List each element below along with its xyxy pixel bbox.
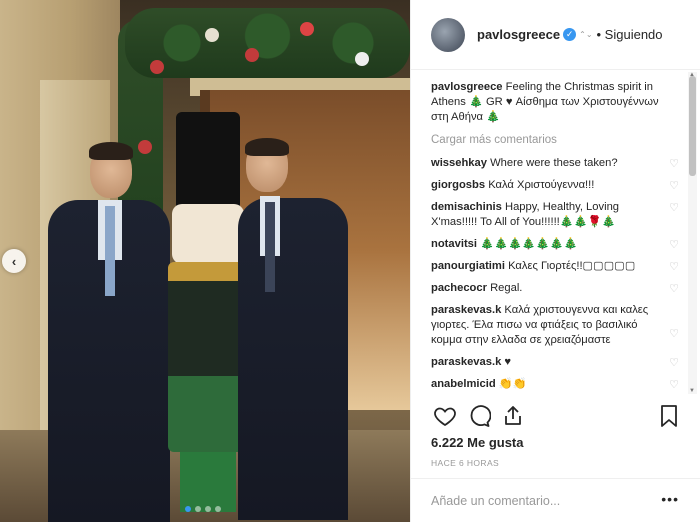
comment-heart-icon[interactable]: ♡ bbox=[669, 157, 679, 172]
comment-text: Regal. bbox=[490, 282, 523, 294]
comment-text: 🎄🎄🎄🎄🎄🎄🎄 bbox=[480, 238, 578, 250]
carousel-dot bbox=[185, 506, 191, 512]
comment-username[interactable]: panourgiatimi bbox=[431, 260, 505, 272]
post-panel: pavlosgreece ✓ ⌃⌄ • Siguiendo pavlosgree… bbox=[410, 0, 700, 522]
scrollbar-thumb[interactable] bbox=[689, 76, 696, 176]
comment-row: demisachinis Happy, Healthy, Loving X'ma… bbox=[431, 200, 679, 230]
ornament bbox=[150, 60, 164, 74]
comment-row: panourgiatimi Καλες Γιορτές!!▢▢▢▢▢ ♡ bbox=[431, 259, 679, 274]
follow-status-button[interactable]: • Siguiendo bbox=[597, 27, 663, 42]
comment-heart-icon[interactable]: ♡ bbox=[669, 201, 679, 216]
comment-icon[interactable] bbox=[465, 402, 493, 430]
more-options-icon[interactable]: ••• bbox=[661, 491, 679, 507]
carousel-dot bbox=[205, 506, 211, 512]
heart-icon[interactable] bbox=[431, 402, 459, 430]
comment-heart-icon[interactable]: ♡ bbox=[669, 282, 679, 297]
comment-heart-icon[interactable]: ♡ bbox=[669, 356, 679, 371]
person-left bbox=[48, 140, 170, 522]
ornament bbox=[355, 52, 369, 66]
comment-username[interactable]: wissehkay bbox=[431, 157, 487, 169]
add-comment-bar: Añade un comentario... ••• bbox=[411, 478, 700, 522]
comment-heart-icon[interactable]: ♡ bbox=[669, 327, 679, 342]
comment-text: Καλες Γιορτές!!▢▢▢▢▢ bbox=[508, 260, 636, 272]
post-header: pavlosgreece ✓ ⌃⌄ • Siguiendo bbox=[411, 0, 700, 70]
comment-username[interactable]: pachecocr bbox=[431, 282, 487, 294]
comment-heart-icon[interactable]: ♡ bbox=[669, 238, 679, 253]
post-photo[interactable]: ‹ bbox=[0, 0, 410, 522]
post-actions bbox=[431, 402, 681, 430]
comment-row: pachecocr Regal. ♡ bbox=[431, 281, 679, 296]
carousel-prev-button[interactable]: ‹ bbox=[2, 249, 26, 273]
verified-badge-icon: ✓ bbox=[563, 28, 577, 41]
comment-username[interactable]: notavitsi bbox=[431, 238, 477, 250]
comment-heart-icon[interactable]: ♡ bbox=[669, 378, 679, 393]
comment-text: ♥ bbox=[504, 356, 512, 368]
comment-heart-icon[interactable]: ♡ bbox=[669, 260, 679, 275]
comment-row: paraskevas.k ♥ ♡ bbox=[431, 355, 679, 370]
post-timestamp: HACE 6 HORAS bbox=[431, 458, 500, 468]
caption-username[interactable]: pavlosgreece bbox=[431, 81, 503, 93]
comment-row: anabelmicid 👏👏 ♡ bbox=[431, 377, 679, 392]
comment-username[interactable]: anabelmicid bbox=[431, 378, 496, 390]
load-more-comments-link[interactable]: Cargar más comentarios bbox=[431, 133, 679, 148]
bookmark-icon[interactable] bbox=[655, 402, 683, 430]
carousel-indicator bbox=[185, 506, 221, 512]
comment-row: paraskevas.k Καλά χριστουγεννα και καλες… bbox=[431, 303, 679, 348]
add-comment-input[interactable]: Añade un comentario... bbox=[431, 494, 560, 508]
ornament bbox=[205, 28, 219, 42]
carousel-dot bbox=[215, 506, 221, 512]
comment-row: notavitsi 🎄🎄🎄🎄🎄🎄🎄 ♡ bbox=[431, 237, 679, 252]
comments-list: pavlosgreece Feeling the Christmas spiri… bbox=[431, 80, 679, 394]
carousel-dot bbox=[195, 506, 201, 512]
comment-username[interactable]: paraskevas.k bbox=[431, 356, 501, 368]
photo-garland bbox=[125, 8, 410, 78]
avatar[interactable] bbox=[431, 17, 465, 52]
comment-row: wissehkay Where were these taken? ♡ bbox=[431, 156, 679, 171]
comment-text: 👏👏 bbox=[498, 378, 527, 390]
comment-row: giorgosbs Καλά Χριστούγεννα!!! ♡ bbox=[431, 178, 679, 193]
post-caption: pavlosgreece Feeling the Christmas spiri… bbox=[431, 80, 679, 125]
comment-username[interactable]: demisachinis bbox=[431, 201, 502, 213]
header-username[interactable]: pavlosgreece bbox=[477, 27, 560, 42]
person-right bbox=[238, 138, 348, 522]
chevron-down-icon[interactable]: ⌃⌄ bbox=[579, 30, 592, 39]
comments-scrollbar[interactable]: ▲ ▼ bbox=[688, 72, 697, 394]
ornament bbox=[300, 22, 314, 36]
comment-heart-icon[interactable]: ♡ bbox=[669, 179, 679, 194]
share-icon[interactable] bbox=[499, 402, 527, 430]
likes-count[interactable]: 6.222 Me gusta bbox=[431, 435, 524, 450]
comment-username[interactable]: paraskevas.k bbox=[431, 304, 501, 316]
comment-username[interactable]: giorgosbs bbox=[431, 179, 485, 191]
scroll-down-icon[interactable]: ▼ bbox=[689, 388, 695, 394]
comment-text: Καλά Χριστούγεννα!!! bbox=[488, 179, 595, 191]
ornament bbox=[245, 48, 259, 62]
comment-text: Where were these taken? bbox=[490, 157, 618, 169]
